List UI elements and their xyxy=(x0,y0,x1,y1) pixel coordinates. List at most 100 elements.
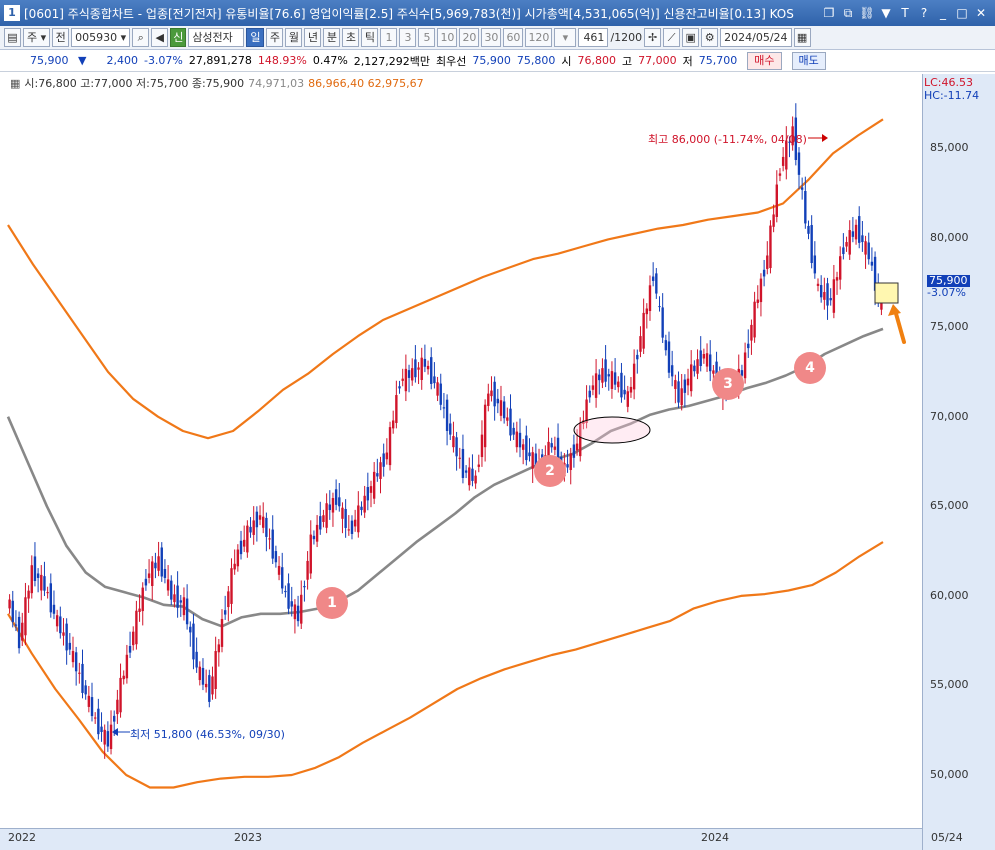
buy-button[interactable]: 매수 xyxy=(747,51,782,70)
period-month[interactable]: 월 xyxy=(285,28,303,47)
candle-body xyxy=(103,729,106,745)
candle-body xyxy=(303,586,306,588)
period-year[interactable]: 년 xyxy=(304,28,322,47)
price-axis[interactable] xyxy=(922,74,995,850)
candle-body xyxy=(743,352,747,379)
candle-body xyxy=(33,556,37,581)
candle-body xyxy=(87,695,91,707)
prev-button[interactable]: 전 xyxy=(52,28,70,47)
interval-10[interactable]: 10 xyxy=(437,28,458,47)
interval-20[interactable]: 20 xyxy=(459,28,480,47)
candle-body xyxy=(62,632,65,636)
maximize-icon[interactable]: □ xyxy=(954,5,970,21)
candle-body xyxy=(696,359,699,374)
candle-body xyxy=(78,672,81,674)
candle-body xyxy=(512,427,515,435)
time-axis[interactable] xyxy=(0,828,922,850)
candle-body xyxy=(753,301,756,338)
candle-body xyxy=(604,359,607,382)
candle-body xyxy=(800,187,804,190)
candle-body xyxy=(759,278,763,303)
interval-5[interactable]: 5 xyxy=(418,28,436,47)
candle-body xyxy=(296,605,300,622)
candle-body xyxy=(848,230,851,255)
candle-body xyxy=(160,547,163,577)
link-icon[interactable]: ⛓ xyxy=(859,5,875,21)
period-select[interactable]: 주 ▾ xyxy=(23,28,51,47)
ohlc-legend: 시:76,800 고:77,000 저:75,700 종:75,900 xyxy=(24,77,245,90)
interval-select[interactable]: ▾ xyxy=(554,28,577,47)
save-icon[interactable]: ▣ xyxy=(682,28,700,47)
sound-icon[interactable]: ◀ xyxy=(151,28,169,47)
candle-body xyxy=(677,381,680,403)
chart-menu-icon[interactable]: ▤ xyxy=(4,28,21,47)
candle-body xyxy=(518,432,522,448)
candle-body xyxy=(772,214,775,227)
candle-body xyxy=(8,599,11,609)
candle-body xyxy=(214,651,217,690)
period-week[interactable]: 주 xyxy=(266,28,284,47)
stock-name-field[interactable]: 삼성전자 xyxy=(188,28,245,47)
minimize-icon[interactable]: _ xyxy=(935,5,951,21)
new-window-icon[interactable]: ❐ xyxy=(821,5,837,21)
grid-icon[interactable]: ▦ xyxy=(10,77,20,90)
period-tick[interactable]: 틱 xyxy=(361,28,379,47)
candle-body xyxy=(455,437,458,457)
candle-body xyxy=(93,717,97,719)
candle-body xyxy=(49,583,52,613)
candle-body xyxy=(509,408,512,436)
candle-body xyxy=(179,600,182,603)
candle-body xyxy=(249,526,252,533)
crosshair-icon[interactable]: ✢ xyxy=(644,28,662,47)
code-input[interactable]: 005930 ▾ xyxy=(71,28,131,47)
period-second[interactable]: 초 xyxy=(342,28,360,47)
draw-icon[interactable]: ⟋ xyxy=(663,28,681,47)
search-icon[interactable]: ⌕ xyxy=(132,28,150,47)
text-icon[interactable]: T xyxy=(897,5,913,21)
candle-body xyxy=(242,539,246,547)
candle-body xyxy=(166,579,170,591)
restore-icon[interactable]: ⧉ xyxy=(840,5,856,21)
candle-body xyxy=(680,388,683,406)
period-minute[interactable]: 분 xyxy=(323,28,341,47)
price-tick-label: 65,000 xyxy=(930,499,969,513)
candle-body xyxy=(287,583,290,609)
gear-icon[interactable]: ⚙ xyxy=(701,28,719,47)
candle-body xyxy=(819,285,823,298)
candle-body xyxy=(246,525,249,553)
candle-body xyxy=(404,368,408,392)
candle-body xyxy=(449,423,452,435)
candle-body xyxy=(474,475,477,484)
candle-body xyxy=(84,685,87,695)
count-input[interactable]: 461 xyxy=(578,28,609,47)
candle-body xyxy=(385,452,389,460)
interval-60[interactable]: 60 xyxy=(503,28,524,47)
interval-1[interactable]: 1 xyxy=(380,28,398,47)
candle-body xyxy=(835,277,839,281)
x-label-end: 05/24 xyxy=(931,831,963,844)
period-day[interactable]: 일 xyxy=(246,28,265,47)
candle-body xyxy=(655,273,658,294)
candle-body xyxy=(17,616,21,649)
current-price-pct: -3.07% xyxy=(927,286,966,299)
close-icon[interactable]: ✕ xyxy=(973,5,989,21)
candle-body xyxy=(810,225,813,264)
candle-body xyxy=(30,565,33,594)
help-icon[interactable]: ? xyxy=(916,5,932,21)
candle-body xyxy=(331,498,335,513)
interval-3[interactable]: 3 xyxy=(399,28,417,47)
interval-30[interactable]: 30 xyxy=(481,28,502,47)
candle-body xyxy=(521,444,525,450)
highlight-ellipse xyxy=(573,416,651,444)
price-chart[interactable] xyxy=(0,74,922,828)
interval-120[interactable]: 120 xyxy=(525,28,553,47)
candle-body xyxy=(59,616,62,634)
pin-icon[interactable]: ▼ xyxy=(878,5,894,21)
candle-body xyxy=(417,367,420,370)
calendar-icon[interactable]: ▦ xyxy=(793,28,811,47)
candle-body xyxy=(670,365,674,377)
candle-body xyxy=(363,495,366,513)
sell-button[interactable]: 매도 xyxy=(791,51,826,70)
candle-body xyxy=(712,370,715,374)
date-input[interactable]: 2024/05/24 xyxy=(720,28,792,47)
